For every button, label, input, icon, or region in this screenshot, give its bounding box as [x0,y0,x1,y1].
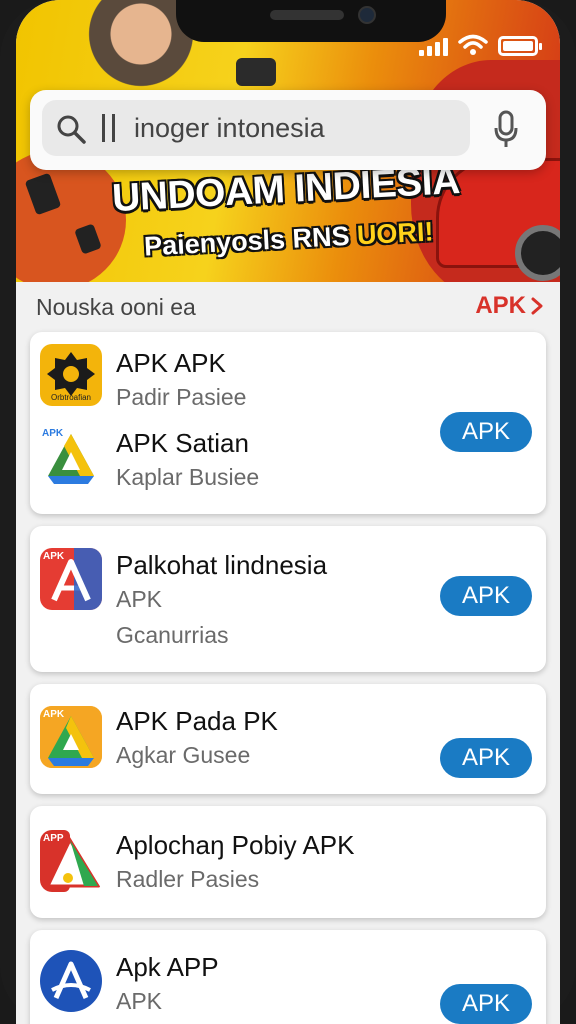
app-subtitle: Padir Pasiee [116,384,247,410]
app-name: Palkohat lindnesia [116,550,328,580]
download-apk-button[interactable]: APK [440,738,532,778]
badge-icon[interactable]: Orbtroafian [40,344,102,406]
phone-frame: UNDOAM INDIESIA Paienyosls RNS UORI! ino… [0,0,576,1024]
red-a-icon[interactable]: APK [40,548,102,610]
notch [176,0,446,42]
drive-triangle-icon[interactable]: APK [40,426,102,488]
app-icon-label: APK [43,551,65,562]
app-subtitle: Radler Pasies [116,866,260,892]
section-header: Nouska ooni ea APK [16,282,560,330]
app-name: Aplochaŋ Pobiy APK [116,830,355,860]
app-subtitle: Agkar Gusee [116,742,251,768]
app-subtitle: Kaplar Busiee [116,464,260,490]
app-card[interactable]: APP Aplochaŋ Pobiy APK Radler Pasies [30,806,546,918]
app-name: Apk APP [116,952,219,982]
app-icon-label: APK [43,709,65,720]
app-icon-label: APP [43,833,64,844]
app-icon-label: APK [42,428,64,439]
download-apk-button[interactable]: APK [440,412,532,452]
red-triangle-icon[interactable]: APP [40,830,102,892]
speaker-grille [270,10,344,20]
app-card[interactable]: Orbtroafian APK APK Padir Pasiee APK APK… [30,332,546,514]
wifi-icon [458,34,488,55]
app-card[interactable]: Apk APP APK APK [30,930,546,1024]
app-name: APK Satian [116,428,249,458]
download-apk-button[interactable]: APK [440,984,532,1024]
microphone-icon[interactable] [492,110,520,150]
app-name: APK Pada PK [116,706,278,736]
text-cursor [102,114,105,142]
see-all-link[interactable]: APK [475,292,544,320]
text-cursor [112,114,115,142]
app-category: Gcanurrias [116,622,229,648]
camera-icon [236,58,276,86]
search-bar [30,90,546,170]
battery-icon [498,36,542,56]
app-subtitle: APK [116,988,163,1014]
signal-icon [419,38,448,56]
banner-subtitle-highlight: UORI! [356,216,435,251]
status-bar [419,34,542,56]
front-camera [358,6,376,24]
search-input[interactable] [134,108,464,148]
blue-a-icon[interactable] [40,950,102,1012]
app-card[interactable]: APK APK Pada PK Agkar Gusee APK [30,684,546,794]
download-apk-button[interactable]: APK [440,576,532,616]
app-card[interactable]: APK Palkohat lindnesia APK Gcanurrias AP… [30,526,546,672]
app-subtitle: APK [116,586,163,612]
search-field[interactable] [42,100,470,156]
section-title: Nouska ooni ea [36,294,196,320]
screen: UNDOAM INDIESIA Paienyosls RNS UORI! ino… [16,0,560,1024]
banner-subtitle: Paienyosls RNS UORI! [143,216,434,262]
app-name: APK APK [116,348,226,378]
app-icon-label: Orbtroafian [50,393,92,402]
chevron-right-icon [531,297,543,315]
search-icon[interactable] [56,114,86,144]
drive-triangle-icon[interactable]: APK [40,706,102,768]
see-all-label: APK [475,292,526,319]
banner-subtitle-main: Paienyosls RNS [143,220,358,262]
